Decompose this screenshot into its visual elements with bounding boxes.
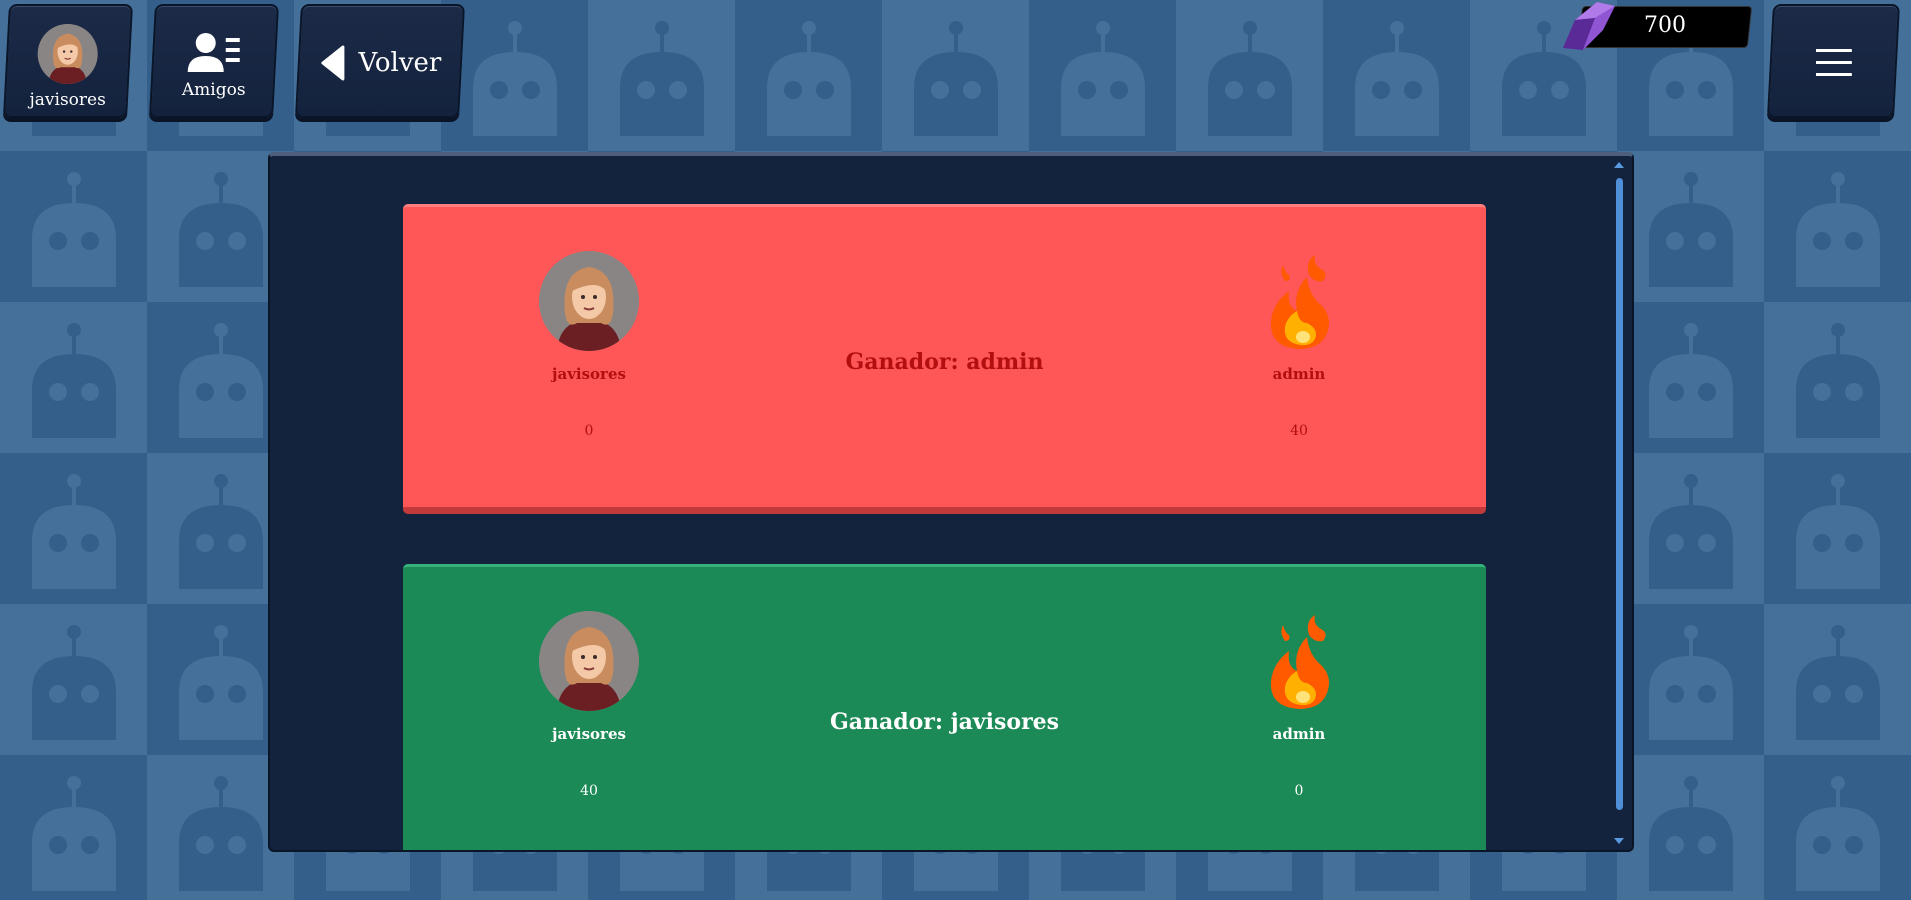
menu-button[interactable] xyxy=(1767,4,1900,118)
hamburger-menu-icon xyxy=(1815,49,1852,76)
user-avatar-icon xyxy=(539,251,639,351)
robot-pattern-icon xyxy=(588,0,735,151)
back-arrow-icon xyxy=(320,45,344,81)
robot-pattern-icon xyxy=(1617,755,1764,900)
robot-pattern-icon xyxy=(0,151,147,302)
player-name: admin xyxy=(1272,725,1326,743)
friends-list-icon xyxy=(186,32,242,74)
robot-pattern-icon xyxy=(1617,604,1764,755)
robot-pattern-icon xyxy=(0,604,147,755)
scroll-down-arrow-icon[interactable] xyxy=(1614,838,1624,844)
robot-pattern-icon xyxy=(1764,151,1911,302)
robot-pattern-icon xyxy=(0,453,147,604)
scrollbar-thumb[interactable] xyxy=(1616,178,1623,810)
player-score: 40 xyxy=(1290,423,1308,439)
robot-pattern-icon xyxy=(1764,604,1911,755)
robot-pattern-icon xyxy=(1764,755,1911,900)
profile-username: javisores xyxy=(29,90,106,110)
player-left: javisores 40 xyxy=(489,611,689,799)
robot-pattern-icon xyxy=(1176,0,1323,151)
robot-pattern-icon xyxy=(882,0,1029,151)
robot-pattern-icon xyxy=(1029,0,1176,151)
robot-pattern-icon xyxy=(1764,302,1911,453)
scroll-up-arrow-icon[interactable] xyxy=(1614,162,1624,168)
robot-pattern-icon xyxy=(735,0,882,151)
player-right: admin 40 xyxy=(1199,251,1399,439)
player-score: 40 xyxy=(580,783,598,799)
back-label: Volver xyxy=(358,48,442,78)
player-score: 0 xyxy=(1294,783,1304,799)
robot-pattern-icon xyxy=(1617,453,1764,604)
profile-button[interactable]: javisores xyxy=(3,4,133,118)
player-score: 0 xyxy=(584,423,594,439)
friends-button[interactable]: Amigos xyxy=(149,4,279,118)
robot-pattern-icon xyxy=(1764,453,1911,604)
player-left: javisores 0 xyxy=(489,251,689,439)
robot-pattern-icon xyxy=(0,755,147,900)
flame-icon xyxy=(1249,611,1349,711)
robot-pattern-icon xyxy=(1323,0,1470,151)
back-button[interactable]: Volver xyxy=(295,4,465,118)
robot-pattern-icon xyxy=(1617,151,1764,302)
match-card[interactable]: javisores 40 Ganador: javisores admin 0 xyxy=(403,564,1486,850)
robot-pattern-icon xyxy=(1617,302,1764,453)
player-right: admin 0 xyxy=(1199,611,1399,799)
flame-icon xyxy=(1249,251,1349,351)
friends-label: Amigos xyxy=(181,80,246,100)
gem-icon xyxy=(1563,2,1615,50)
user-avatar-icon xyxy=(539,611,639,711)
match-history-panel[interactable]: javisores 0 Ganador: admin admin 40 javi… xyxy=(268,152,1634,852)
robot-pattern-icon xyxy=(0,302,147,453)
player-name: admin xyxy=(1272,365,1326,383)
user-avatar-icon xyxy=(37,24,98,84)
match-card[interactable]: javisores 0 Ganador: admin admin 40 xyxy=(403,204,1486,514)
